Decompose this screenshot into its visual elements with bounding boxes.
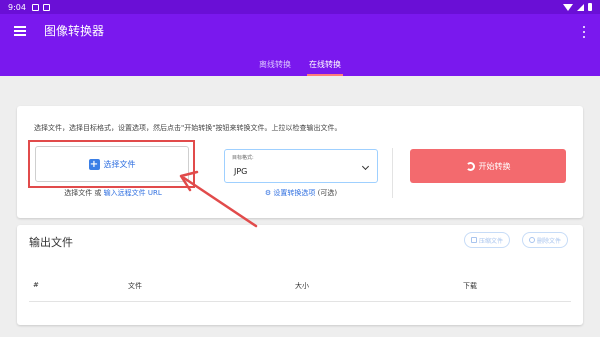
tab-bar: 离线转换 在线转换	[0, 56, 600, 76]
delete-files-button[interactable]: 删除文件	[522, 232, 569, 248]
output-title: 输出文件	[29, 236, 73, 249]
compress-icon	[471, 237, 477, 243]
compress-files-label: 压缩文件	[479, 237, 504, 245]
tab-online[interactable]: 在线转换	[307, 56, 343, 76]
gear-icon: ⚙	[264, 189, 272, 197]
start-convert-button[interactable]: 开始转换	[410, 149, 566, 183]
target-format-select[interactable]: 目标格式: JPG	[224, 149, 378, 183]
status-bar: 9:04	[0, 0, 600, 14]
instructions-text: 选择文件，选择目标格式，设置选项，然后点击"开始转换"按钮来转换文件。上拉以检查…	[34, 124, 342, 132]
output-card: 输出文件 压缩文件 删除文件 # 文件 大小 下载	[17, 225, 583, 325]
status-time: 9:04	[8, 2, 26, 12]
delete-icon	[529, 237, 535, 243]
notification-icon	[31, 3, 39, 11]
start-convert-label: 开始转换	[478, 161, 511, 171]
settings-optional-label: (可选)	[315, 189, 338, 197]
battery-icon	[588, 3, 592, 11]
hamburger-menu-icon[interactable]	[14, 26, 26, 36]
chevron-down-icon	[361, 162, 370, 171]
signal-icon	[577, 3, 584, 11]
app-title: 图像转换器	[44, 24, 105, 38]
column-header-number: #	[33, 281, 39, 289]
target-format-label: 目标格式:	[232, 155, 254, 161]
settings-link[interactable]: ⚙ 设置转换选项 (可选)	[224, 188, 378, 198]
app-bar: 图像转换器 离线转换 在线转换	[0, 14, 600, 76]
annotation-highlight-box	[28, 140, 195, 188]
compress-files-button[interactable]: 压缩文件	[464, 232, 511, 248]
notification-icon	[42, 3, 50, 11]
wifi-icon	[563, 3, 573, 11]
converter-card: 选择文件，选择目标格式，设置选项，然后点击"开始转换"按钮来转换文件。上拉以检查…	[17, 106, 583, 218]
table-header: # 文件 大小 下载	[29, 274, 571, 302]
column-header-file: 文件	[128, 282, 142, 290]
remote-url-link[interactable]: 输入远程文件 URL	[104, 189, 162, 197]
settings-link-label: 设置转换选项	[273, 189, 316, 197]
more-options-icon[interactable]	[582, 26, 586, 38]
tab-offline[interactable]: 离线转换	[257, 56, 293, 76]
column-header-size: 大小	[295, 282, 309, 290]
refresh-icon	[465, 161, 475, 171]
select-hint-text: 选择文件 或	[64, 189, 104, 197]
divider	[392, 148, 393, 198]
select-hint: 选择文件 或 输入远程文件 URL	[17, 188, 209, 198]
column-header-download: 下载	[463, 282, 477, 290]
delete-files-label: 删除文件	[537, 237, 562, 245]
target-format-value: JPG	[234, 167, 248, 176]
